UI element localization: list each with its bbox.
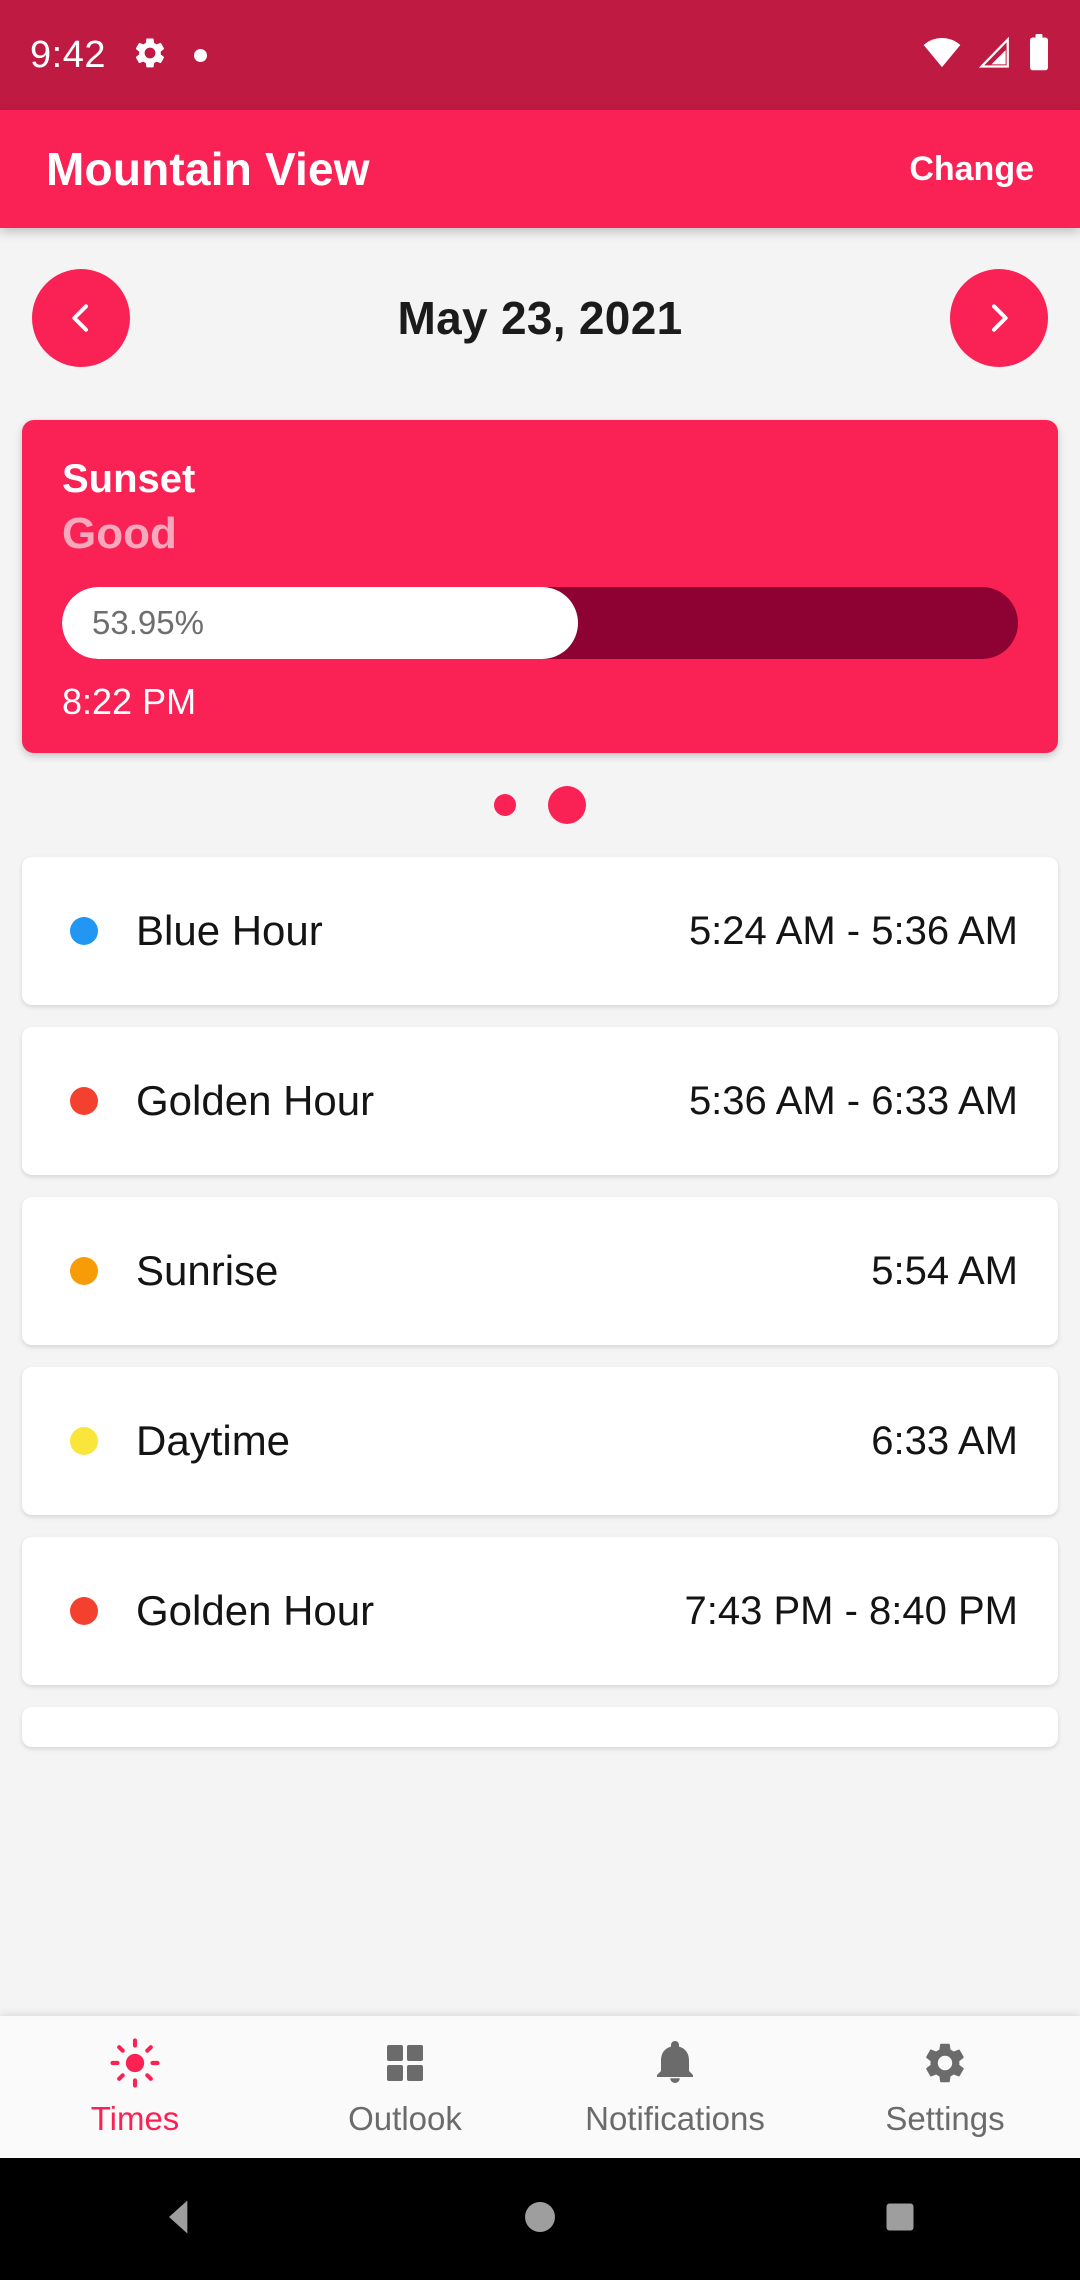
- event-name: Sunrise: [136, 1247, 279, 1294]
- next-day-button[interactable]: [950, 269, 1048, 367]
- status-right-group: [922, 33, 1050, 77]
- event-row[interactable]: Blue Hour 5:24 AM - 5:36 AM: [22, 857, 1058, 1005]
- event-time: 5:36 AM - 6:33 AM: [688, 1078, 1018, 1123]
- hero-card-title: Sunset: [62, 457, 196, 501]
- event-name: Golden Hour: [136, 1587, 375, 1634]
- android-system-nav: [0, 2158, 1080, 2280]
- wifi-icon: [922, 36, 962, 75]
- gear-icon: [132, 35, 168, 76]
- back-triangle-icon: [158, 2195, 202, 2244]
- home-circle-icon: [520, 2197, 560, 2242]
- status-clock: 9:42: [30, 33, 106, 76]
- event-color-dot-icon: [70, 917, 98, 945]
- status-left-group: 9:42: [30, 34, 207, 77]
- gear-icon: [921, 2036, 969, 2090]
- event-time: 5:54 AM: [871, 1248, 1018, 1293]
- nav-item-label: Outlook: [348, 2100, 462, 2137]
- page-title: Mountain View: [46, 143, 370, 195]
- nav-item-notifications[interactable]: Notifications: [540, 2036, 810, 2138]
- recents-square-icon: [882, 2199, 918, 2240]
- event-name: Golden Hour: [136, 1077, 375, 1124]
- nav-item-times[interactable]: Times: [0, 2036, 270, 2138]
- page-indicator[interactable]: [0, 753, 1080, 857]
- sunset-summary-card[interactable]: Sunset Good 53.95% 8:22 PM: [22, 420, 1058, 753]
- bell-icon: [651, 2036, 699, 2090]
- nav-item-settings[interactable]: Settings: [810, 2036, 1080, 2138]
- dot-indicator-icon: [193, 48, 207, 62]
- event-time: 6:33 AM: [871, 1418, 1018, 1463]
- main-content: May 23, 2021 Sunset Good 53.95% 8:22 PM …: [0, 228, 1080, 2016]
- event-row[interactable]: Golden Hour 5:36 AM - 6:33 AM: [22, 1027, 1058, 1175]
- battery-icon: [1028, 33, 1050, 77]
- progress-fill: 53.95%: [62, 587, 578, 659]
- event-color-dot-icon: [70, 1597, 98, 1625]
- event-color-dot-icon: [70, 1087, 98, 1115]
- chevron-right-icon: [979, 298, 1019, 338]
- system-home-button[interactable]: [450, 2158, 630, 2280]
- sunset-progress-bar: 53.95%: [62, 587, 1018, 659]
- hero-card-time: 8:22 PM: [62, 681, 197, 722]
- event-time: 7:43 PM - 8:40 PM: [684, 1588, 1018, 1633]
- event-row[interactable]: Sunrise 5:54 AM: [22, 1197, 1058, 1345]
- event-row-partial[interactable]: [22, 1707, 1058, 1747]
- nav-item-label: Notifications: [585, 2100, 765, 2137]
- nav-item-outlook[interactable]: Outlook: [270, 2036, 540, 2138]
- event-row[interactable]: Daytime 6:33 AM: [22, 1367, 1058, 1515]
- nav-item-label: Settings: [885, 2100, 1005, 2137]
- progress-percent-label: 53.95%: [92, 604, 204, 641]
- sun-icon: [110, 2036, 160, 2090]
- phone-screen: 9:42 Mountain View Change May 23, 2021 S…: [0, 0, 1080, 2280]
- event-color-dot-icon: [70, 1257, 98, 1285]
- hero-card-quality: Good: [62, 509, 177, 558]
- date-navigation: May 23, 2021: [0, 228, 1080, 408]
- status-bar: 9:42: [0, 0, 1080, 110]
- nav-item-label: Times: [90, 2100, 180, 2137]
- system-recents-button[interactable]: [810, 2158, 990, 2280]
- event-name: Blue Hour: [136, 907, 323, 954]
- grid-icon: [381, 2036, 429, 2090]
- event-row[interactable]: Golden Hour 7:43 PM - 8:40 PM: [22, 1537, 1058, 1685]
- page-indicator-dot[interactable]: [548, 786, 586, 824]
- signal-icon: [978, 36, 1012, 75]
- event-list: Blue Hour 5:24 AM - 5:36 AM Golden Hour 5:3…: [0, 857, 1080, 1747]
- page-indicator-dot[interactable]: [494, 794, 516, 816]
- event-color-dot-icon: [70, 1427, 98, 1455]
- event-time: 5:24 AM - 5:36 AM: [688, 908, 1018, 953]
- previous-day-button[interactable]: [32, 269, 130, 367]
- bottom-navigation: Times Outlook Notifications Settings: [0, 2016, 1080, 2158]
- app-bar: Mountain View Change: [0, 110, 1080, 228]
- chevron-left-icon: [61, 298, 101, 338]
- current-date-label: May 23, 2021: [397, 292, 683, 344]
- event-name: Daytime: [136, 1417, 291, 1464]
- system-back-button[interactable]: [90, 2158, 270, 2280]
- change-location-button[interactable]: Change: [909, 150, 1034, 189]
